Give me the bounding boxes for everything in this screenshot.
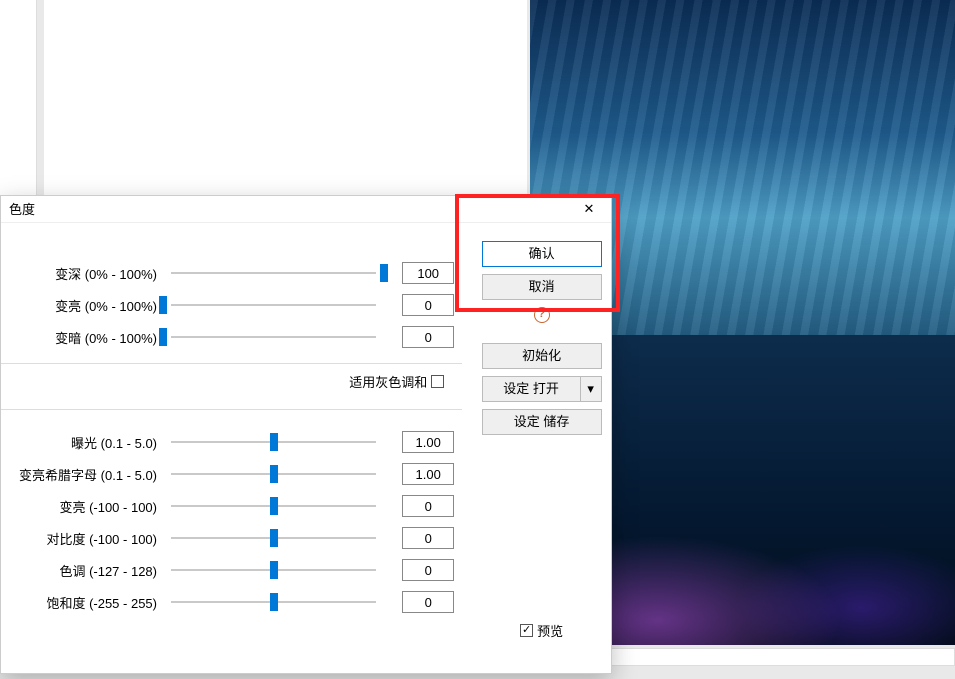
- slider-label: 对比度 (-100 - 100): [1, 529, 163, 548]
- slider-label: 饱和度 (-255 - 255): [1, 593, 163, 612]
- chevron-down-icon: ▾: [587, 381, 594, 396]
- slider-thumb[interactable]: [270, 561, 278, 579]
- slider-label: 色调 (-127 - 128): [1, 561, 163, 580]
- dialog-left-panel: 变深 (0% - 100%) 变亮 (0% - 100%) 变暗 (0% - 100…: [1, 223, 476, 673]
- preview-label: 预览: [537, 621, 563, 640]
- slider-value-input[interactable]: [402, 262, 454, 284]
- slider-row: 曝光 (0.1 - 5.0): [1, 430, 454, 454]
- slider-value-input[interactable]: [402, 463, 454, 485]
- track-line: [171, 336, 376, 338]
- slider-track[interactable]: [163, 328, 384, 346]
- slider-value-input[interactable]: [402, 591, 454, 613]
- preview-checkbox-row: 预览: [480, 621, 603, 640]
- slider-track[interactable]: [163, 264, 384, 282]
- track-line: [171, 272, 376, 274]
- slider-track[interactable]: [163, 433, 384, 451]
- slider-row: 变亮 (-100 - 100): [1, 494, 454, 518]
- slider-value-input[interactable]: [402, 294, 454, 316]
- slider-label: 变亮 (0% - 100%): [1, 296, 163, 315]
- gray-sum-checkbox[interactable]: [431, 375, 444, 388]
- dialog-title: 色度: [9, 202, 35, 217]
- load-settings-arrow[interactable]: ▾: [580, 376, 602, 402]
- slider-thumb[interactable]: [270, 593, 278, 611]
- slider-section-top: 变深 (0% - 100%) 变亮 (0% - 100%) 变暗 (0% - 100…: [1, 243, 462, 364]
- color-dialog: 色度 ✕ 变深 (0% - 100%) 变亮 (0% - 100%) 变暗 (0% …: [0, 195, 612, 674]
- slider-label: 变亮希腊字母 (0.1 - 5.0): [1, 465, 163, 484]
- preview-checkbox[interactable]: [520, 624, 533, 637]
- dialog-titlebar: 色度 ✕: [1, 196, 611, 223]
- load-settings-button[interactable]: 设定 打开: [482, 376, 580, 402]
- slider-value-input[interactable]: [402, 559, 454, 581]
- dialog-right-panel: 确认 取消 ? 初始化 设定 打开 ▾ 设定 储存 预览: [476, 223, 611, 673]
- slider-label: 变深 (0% - 100%): [1, 264, 163, 283]
- slider-track[interactable]: [163, 529, 384, 547]
- canvas-area: [44, 0, 527, 196]
- track-line: [171, 304, 376, 306]
- slider-track[interactable]: [163, 593, 384, 611]
- gray-sum-label: 适用灰色调和: [349, 372, 427, 391]
- slider-label: 曝光 (0.1 - 5.0): [1, 433, 163, 452]
- slider-thumb[interactable]: [159, 296, 167, 314]
- slider-label: 变暗 (0% - 100%): [1, 328, 163, 347]
- slider-track[interactable]: [163, 296, 384, 314]
- slider-thumb[interactable]: [380, 264, 388, 282]
- slider-thumb[interactable]: [270, 465, 278, 483]
- close-icon: ✕: [584, 201, 595, 217]
- slider-label: 变亮 (-100 - 100): [1, 497, 163, 516]
- slider-value-input[interactable]: [402, 431, 454, 453]
- slider-row: 饱和度 (-255 - 255): [1, 590, 454, 614]
- slider-row: 对比度 (-100 - 100): [1, 526, 454, 550]
- slider-track[interactable]: [163, 465, 384, 483]
- slider-thumb[interactable]: [270, 433, 278, 451]
- slider-track[interactable]: [163, 561, 384, 579]
- dialog-body: 变深 (0% - 100%) 变亮 (0% - 100%) 变暗 (0% - 100…: [1, 223, 611, 673]
- ok-button[interactable]: 确认: [482, 241, 602, 267]
- close-button[interactable]: ✕: [569, 198, 609, 220]
- slider-row: 变深 (0% - 100%): [1, 261, 454, 285]
- slider-value-input[interactable]: [402, 495, 454, 517]
- slider-thumb[interactable]: [270, 497, 278, 515]
- slider-thumb[interactable]: [270, 529, 278, 547]
- slider-row: 变暗 (0% - 100%): [1, 325, 454, 349]
- slider-row: 变亮 (0% - 100%): [1, 293, 454, 317]
- slider-track[interactable]: [163, 497, 384, 515]
- slider-section-bottom: 曝光 (0.1 - 5.0) 变亮希腊字母 (0.1 - 5.0) 变亮 (-100…: [1, 409, 462, 614]
- gray-sum-row: 适用灰色调和: [1, 364, 462, 399]
- reset-button[interactable]: 初始化: [482, 343, 602, 369]
- slider-row: 色调 (-127 - 128): [1, 558, 454, 582]
- help-icon[interactable]: ?: [534, 307, 550, 323]
- slider-value-input[interactable]: [402, 527, 454, 549]
- slider-row: 变亮希腊字母 (0.1 - 5.0): [1, 462, 454, 486]
- save-settings-button[interactable]: 设定 储存: [482, 409, 602, 435]
- slider-value-input[interactable]: [402, 326, 454, 348]
- slider-thumb[interactable]: [159, 328, 167, 346]
- load-settings-dropdown: 设定 打开 ▾: [482, 376, 602, 402]
- cancel-button[interactable]: 取消: [482, 274, 602, 300]
- side-panel: [0, 0, 37, 195]
